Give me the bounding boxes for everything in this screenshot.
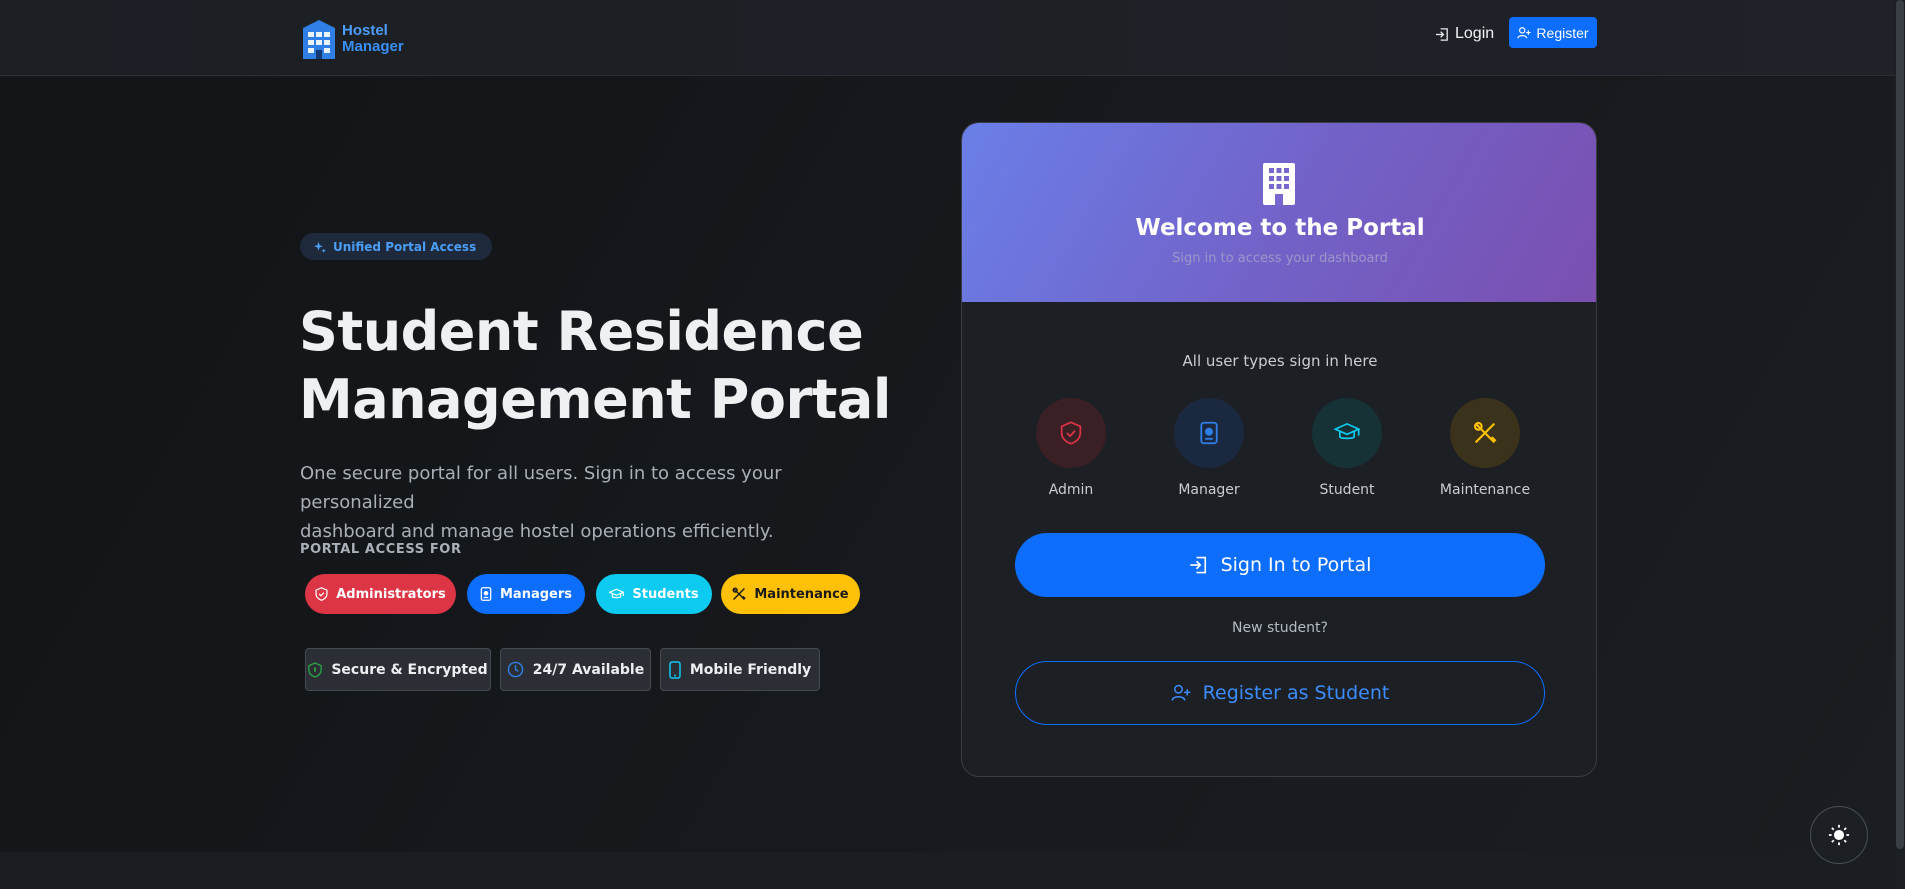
card-subtitle: Sign in to access your dashboard (1172, 251, 1388, 266)
id-badge-icon (1200, 421, 1218, 445)
mortarboard-icon (1334, 422, 1360, 440)
shield-icon (308, 661, 323, 678)
role-icon-circle (1036, 398, 1106, 468)
chip-administrators[interactable]: Administrators (305, 574, 456, 614)
role-maintenance: Maintenance (1435, 398, 1535, 498)
register-student-button[interactable]: Register as Student (1015, 661, 1545, 725)
portal-access-label: PORTAL ACCESS FOR (300, 542, 462, 557)
register-label: Register (1536, 24, 1589, 41)
card-title: Welcome to the Portal (1135, 215, 1425, 241)
page-scrollbar[interactable] (1895, 0, 1905, 889)
chip-label: Administrators (336, 586, 446, 602)
login-icon (1435, 27, 1448, 41)
shield-check-icon (315, 587, 328, 601)
phone-icon (669, 660, 681, 679)
tools-icon (732, 587, 747, 600)
building-icon (1263, 163, 1295, 205)
scrollbar-thumb[interactable] (1896, 0, 1904, 849)
role-label: Student (1319, 482, 1375, 498)
role-label: Manager (1178, 482, 1240, 498)
badge-label: Unified Portal Access (333, 239, 477, 254)
login-link[interactable]: Login (1435, 25, 1494, 43)
role-label: Admin (1048, 482, 1094, 498)
login-icon (1189, 556, 1206, 574)
register-button[interactable]: Register (1509, 17, 1597, 48)
shield-check-icon (1060, 421, 1082, 445)
brand-name: Hostel Manager (342, 23, 404, 55)
hero-title-line-1: Student Residence (299, 300, 864, 363)
feature-available: 24/7 Available (500, 648, 651, 691)
chip-label: Managers (499, 586, 572, 602)
feature-label: Secure & Encrypted (331, 661, 488, 678)
role-icon-circle (1312, 398, 1382, 468)
register-student-label: Register as Student (1202, 682, 1390, 704)
sign-in-label: Sign In to Portal (1220, 554, 1372, 576)
chip-label: Maintenance (754, 586, 849, 602)
chip-managers[interactable]: Managers (467, 574, 585, 614)
brand-line-1: Hostel (342, 22, 388, 39)
hero-background (0, 77, 1895, 852)
feature-label: 24/7 Available (532, 661, 645, 678)
clock-icon (507, 661, 524, 678)
brand-line-2: Manager (342, 38, 404, 55)
person-plus-icon (1517, 26, 1531, 38)
hero-subtitle-line-1: One secure portal for all users. Sign in… (300, 463, 782, 513)
tools-icon (1473, 421, 1497, 444)
chip-students[interactable]: Students (596, 574, 712, 614)
card-note: All user types sign in here (1182, 352, 1378, 370)
hero-subtitle: One secure portal for all users. Sign in… (300, 459, 900, 546)
navbar: Hostel Manager Login Register (0, 0, 1895, 76)
building-icon (303, 20, 335, 59)
unified-access-badge: Unified Portal Access (300, 233, 493, 260)
portal-card: Welcome to the Portal Sign in to access … (961, 122, 1597, 777)
id-badge-icon (480, 587, 492, 601)
chip-label: Students (632, 586, 699, 602)
theme-toggle-button[interactable] (1810, 806, 1868, 864)
chip-maintenance[interactable]: Maintenance (721, 574, 860, 614)
sparkle-icon (314, 241, 326, 253)
role-manager: Manager (1159, 398, 1259, 498)
person-plus-icon (1171, 684, 1191, 701)
role-icon-circle (1174, 398, 1244, 468)
new-student-text: New student? (1232, 620, 1328, 636)
sun-icon (1828, 824, 1850, 846)
role-student: Student (1297, 398, 1397, 498)
login-label: Login (1455, 25, 1495, 42)
hero-title: Student Residence Management Portal (299, 298, 919, 434)
footer-band (0, 852, 1895, 889)
sign-in-button[interactable]: Sign In to Portal (1015, 533, 1545, 597)
mortarboard-icon (609, 588, 625, 598)
brand[interactable]: Hostel Manager (302, 19, 404, 59)
role-icon-circle (1450, 398, 1520, 468)
role-label: Maintenance (1439, 482, 1531, 498)
feature-label: Mobile Friendly (689, 661, 812, 678)
role-admin: Admin (1021, 398, 1121, 498)
card-header: Welcome to the Portal Sign in to access … (962, 123, 1596, 302)
hero-title-line-2: Management Portal (299, 368, 891, 431)
feature-mobile: Mobile Friendly (660, 648, 820, 691)
feature-secure: Secure & Encrypted (305, 648, 491, 691)
